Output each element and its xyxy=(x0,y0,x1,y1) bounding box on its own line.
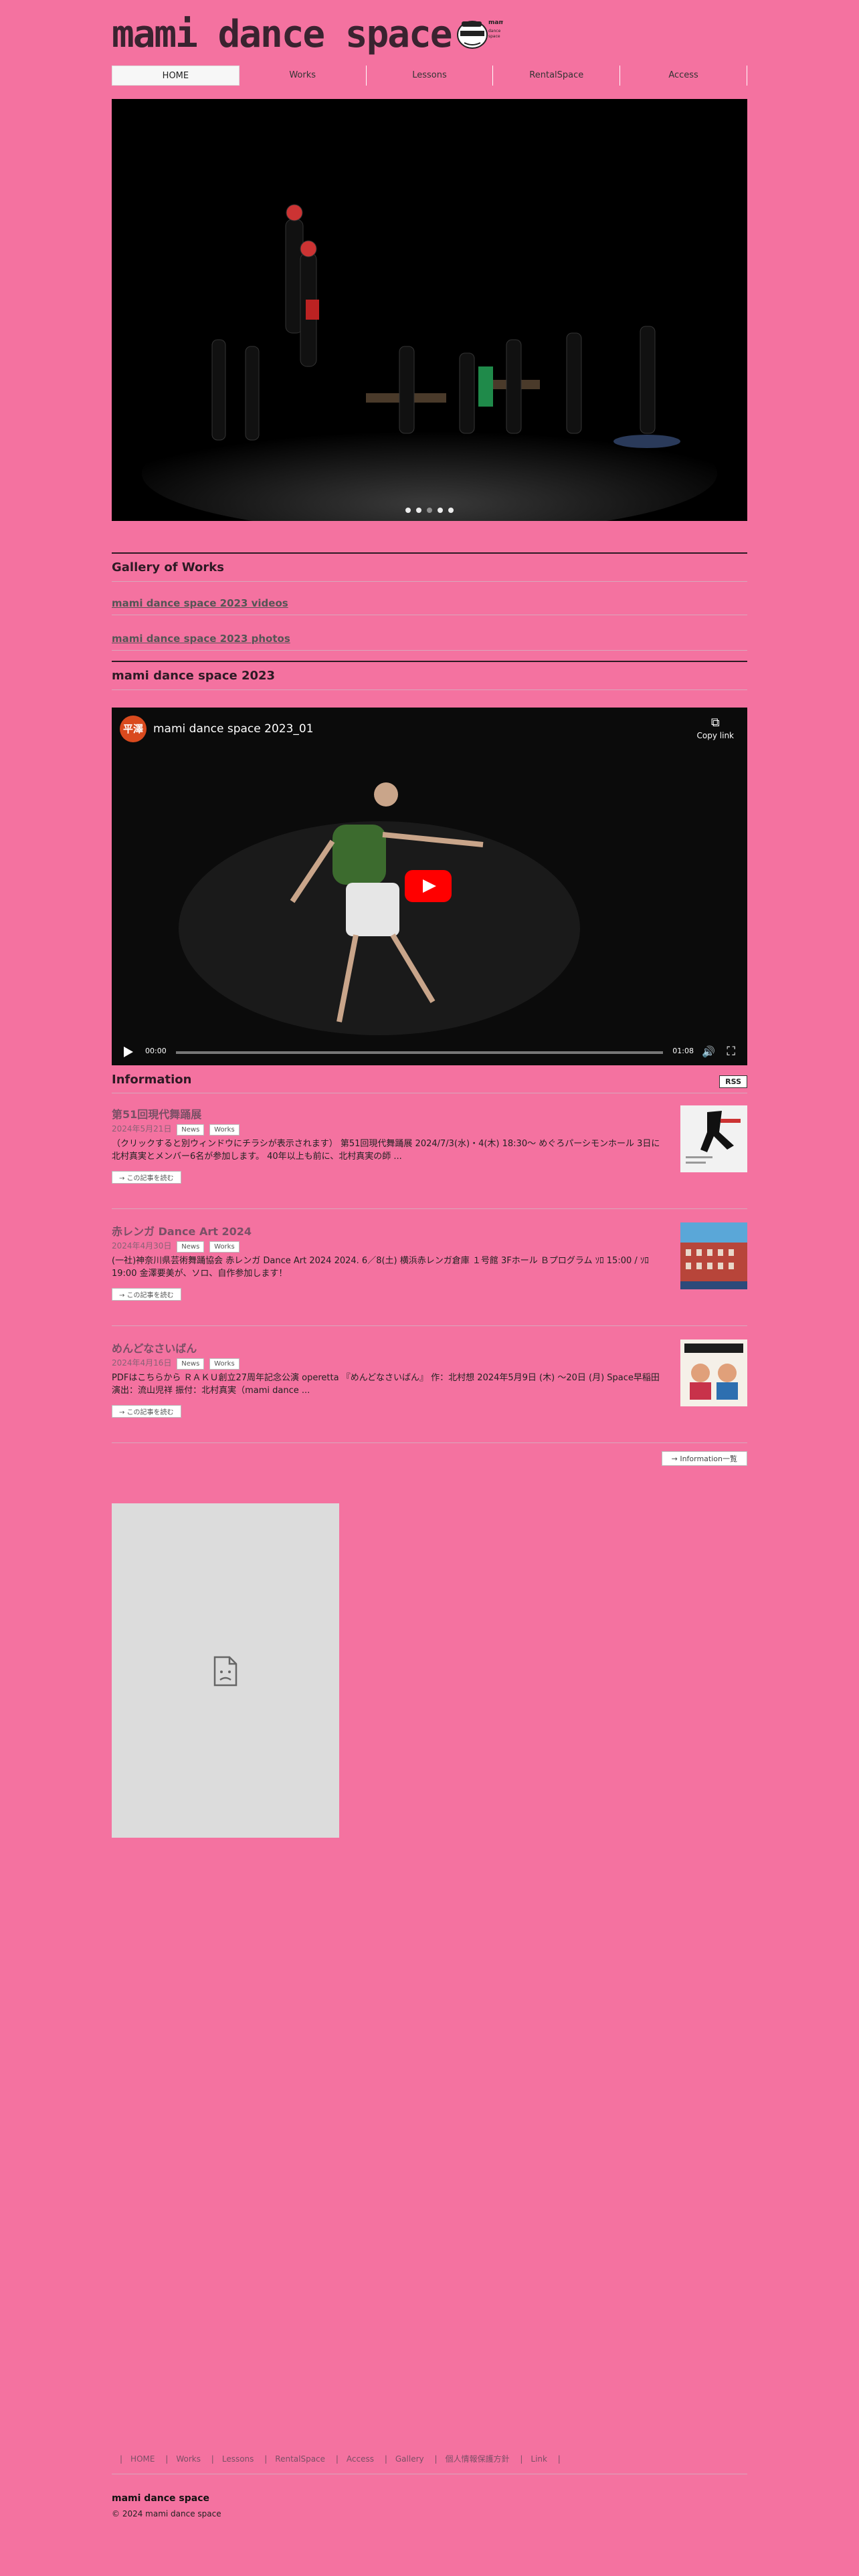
photos-link-row: mami dance space 2023 photos xyxy=(112,626,747,651)
nav-lessons[interactable]: Lessons xyxy=(367,66,494,86)
nav-access[interactable]: Access xyxy=(620,66,747,86)
video-controls: 00:00 01:08 🔊 ⛶ xyxy=(112,1039,747,1065)
information-heading: Information xyxy=(112,1073,192,1087)
global-nav: HOME Works Lessons RentalSpace Access xyxy=(112,66,747,86)
post-date: 2024年5月21日 xyxy=(112,1124,172,1134)
post-title[interactable]: 第51回現代舞踊展 xyxy=(112,1105,201,1121)
video-progress-bar[interactable] xyxy=(176,1051,663,1054)
post-tag[interactable]: Works xyxy=(209,1241,240,1253)
post-tag[interactable]: Works xyxy=(209,1358,240,1370)
footer-link-access[interactable]: Access xyxy=(347,2454,374,2464)
copy-icon: ⧉ xyxy=(710,716,720,730)
video-title[interactable]: mami dance space 2023_01 xyxy=(153,722,314,736)
hero-photo xyxy=(112,99,747,521)
photos-link[interactable]: mami dance space 2023 photos xyxy=(112,633,290,645)
post-meta: 2024年5月21日 News Works xyxy=(112,1123,240,1136)
play-icon[interactable] xyxy=(124,1047,133,1057)
slider-dot[interactable] xyxy=(427,508,432,513)
footer-link-gallery[interactable]: Gallery xyxy=(395,2454,424,2464)
video-current-time: 00:00 xyxy=(145,1047,167,1055)
information-header: Information RSS xyxy=(112,1071,747,1093)
read-more-button[interactable]: → この記事を読む xyxy=(112,1171,181,1184)
rss-button[interactable]: RSS xyxy=(719,1075,747,1088)
youtube-embed[interactable]: 平澤 mami dance space 2023_01 ⧉ Copy link … xyxy=(112,708,747,1065)
slider-dots xyxy=(112,503,747,516)
footer-link-home[interactable]: HOME xyxy=(130,2454,155,2464)
post-date: 2024年4月30日 xyxy=(112,1241,172,1251)
post-title[interactable]: めんどなさいばん xyxy=(112,1339,197,1356)
svg-text:dance: dance xyxy=(488,29,501,33)
embed-placeholder xyxy=(112,1503,339,1838)
gallery-heading: Gallery of Works xyxy=(112,552,747,582)
youtube-play-button[interactable] xyxy=(405,870,452,902)
section-2023-heading: mami dance space 2023 xyxy=(112,661,747,690)
fullscreen-icon[interactable]: ⛶ xyxy=(727,1045,735,1059)
post-tag[interactable]: News xyxy=(177,1241,205,1253)
post-tag[interactable]: News xyxy=(177,1358,205,1370)
copy-link-label: Copy link xyxy=(696,731,734,740)
footer-nav: | HOME | Works | Lessons | RentalSpace | Acce… xyxy=(112,2453,747,2474)
news-post: 第51回現代舞踊展 2024年5月21日 News Works （クリックすると… xyxy=(112,1100,747,1209)
post-meta: 2024年4月16日 News Works xyxy=(112,1357,240,1370)
post-title[interactable]: 赤レンガ Dance Art 2024 xyxy=(112,1222,252,1239)
copy-link-button[interactable]: ⧉ Copy link xyxy=(697,716,734,740)
slider-dot[interactable] xyxy=(438,508,443,513)
svg-text:space: space xyxy=(488,34,500,39)
footer-copyright: © 2024 mami dance space xyxy=(112,2509,221,2518)
slider-dot[interactable] xyxy=(448,508,454,513)
footer-link-link[interactable]: Link xyxy=(531,2454,547,2464)
svg-text:mami: mami xyxy=(488,19,503,26)
read-more-button[interactable]: → この記事を読む xyxy=(112,1288,181,1301)
post-date: 2024年4月16日 xyxy=(112,1358,172,1368)
site-logo[interactable]: mami dance space xyxy=(112,15,452,55)
videos-link[interactable]: mami dance space 2023 videos xyxy=(112,597,288,609)
footer-link-privacy[interactable]: 個人情報保護方針 xyxy=(446,2454,510,2464)
news-post: めんどなさいばん 2024年4月16日 News Works PDFはこちらから… xyxy=(112,1334,747,1443)
nav-works[interactable]: Works xyxy=(240,66,367,86)
logo-mark-icon: mami dance space xyxy=(457,19,503,49)
post-meta: 2024年4月30日 News Works xyxy=(112,1240,240,1253)
footer-link-works[interactable]: Works xyxy=(176,2454,201,2464)
information-list-button[interactable]: → Information一覧 xyxy=(661,1451,747,1466)
broken-document-icon xyxy=(213,1656,237,1687)
hero-slider[interactable] xyxy=(112,99,747,521)
post-thumbnail[interactable] xyxy=(680,1222,747,1289)
post-tag[interactable]: News xyxy=(177,1124,205,1136)
footer-link-lessons[interactable]: Lessons xyxy=(222,2454,254,2464)
post-excerpt: （クリックすると別ウィンドウにチラシが表示されます） 第51回現代舞踊展 202… xyxy=(112,1139,660,1162)
footer-link-rentalspace[interactable]: RentalSpace xyxy=(275,2454,325,2464)
footer-site-name: mami dance space xyxy=(112,2493,209,2504)
videos-link-row: mami dance space 2023 videos xyxy=(112,591,747,615)
volume-icon[interactable]: 🔊 xyxy=(702,1045,715,1058)
post-excerpt: PDFはこちらから ＲＡＫＵ創立27周年記念公演 operetta 『めんどなさ… xyxy=(112,1373,660,1396)
post-excerpt: (一社)神奈川県芸術舞踊協会 赤レンガ Dance Art 2024 2024.… xyxy=(112,1256,649,1279)
nav-rentalspace[interactable]: RentalSpace xyxy=(493,66,621,86)
site-header: mami dance space mami dance space xyxy=(112,15,747,55)
post-thumbnail[interactable] xyxy=(680,1105,747,1172)
video-duration: 01:08 xyxy=(672,1047,694,1055)
slider-dot[interactable] xyxy=(416,508,421,513)
slider-dot[interactable] xyxy=(405,508,411,513)
post-thumbnail[interactable] xyxy=(680,1339,747,1406)
nav-home[interactable]: HOME xyxy=(112,66,240,86)
post-tag[interactable]: Works xyxy=(209,1124,240,1136)
channel-avatar[interactable]: 平澤 xyxy=(120,716,147,742)
news-post: 赤レンガ Dance Art 2024 2024年4月30日 News Work… xyxy=(112,1217,747,1326)
read-more-button[interactable]: → この記事を読む xyxy=(112,1405,181,1418)
